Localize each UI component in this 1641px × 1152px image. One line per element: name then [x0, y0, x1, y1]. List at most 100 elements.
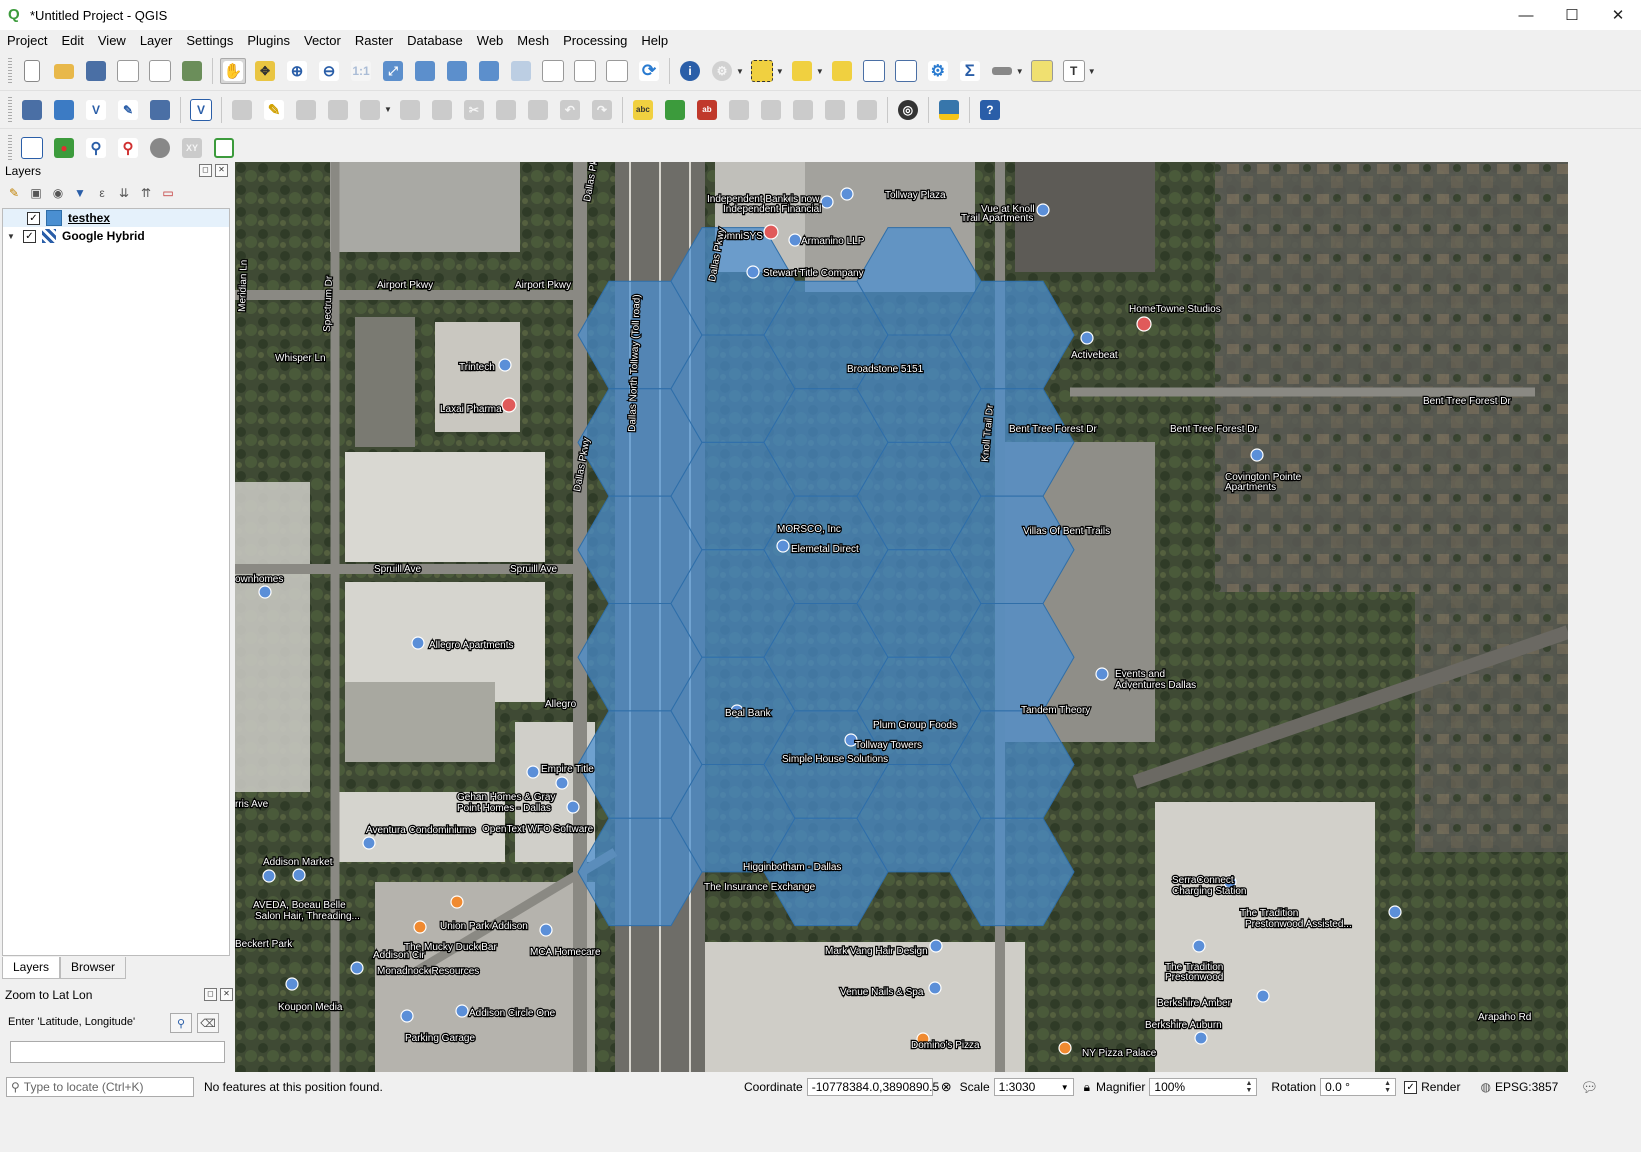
layer-row-testhex[interactable]: ✓ testhex: [3, 209, 229, 227]
layer-row-google-hybrid[interactable]: ▼ ✓ Google Hybrid: [3, 227, 229, 245]
menu-vector[interactable]: Vector: [297, 30, 348, 52]
vertex-tool-button[interactable]: [357, 97, 383, 123]
menu-web[interactable]: Web: [470, 30, 511, 52]
open-vector-button[interactable]: V: [188, 97, 214, 123]
plugin-4-button[interactable]: ⚲: [115, 135, 141, 161]
identify-button[interactable]: i: [677, 58, 703, 84]
menu-mesh[interactable]: Mesh: [510, 30, 556, 52]
modify-attributes-button[interactable]: [397, 97, 423, 123]
float-panel-button[interactable]: ◻: [199, 164, 212, 177]
chevron-down-icon[interactable]: ▼: [1016, 67, 1024, 76]
lock-icon[interactable]: 🔒︎: [1084, 1080, 1090, 1095]
chevron-down-icon[interactable]: ▼: [736, 67, 744, 76]
current-edits-button[interactable]: [229, 97, 255, 123]
toggle-extents-icon[interactable]: ⊗: [941, 1079, 952, 1095]
layer-diagram-button[interactable]: [662, 97, 688, 123]
zoom-in-button[interactable]: ⊕: [284, 58, 310, 84]
expand-arrow-icon[interactable]: ▼: [7, 232, 17, 241]
zoom-native-button[interactable]: 1:1: [348, 58, 374, 84]
scale-field[interactable]: 1:3030 ▼: [993, 1078, 1074, 1096]
pin-labels-button[interactable]: ab: [694, 97, 720, 123]
plugin-7-button[interactable]: [211, 135, 237, 161]
toolbar-grip[interactable]: [8, 134, 12, 161]
data-source-manager-button[interactable]: [19, 97, 45, 123]
pan-map-button[interactable]: ✋: [220, 58, 246, 84]
menu-layer[interactable]: Layer: [133, 30, 180, 52]
open-project-button[interactable]: [51, 58, 77, 84]
close-panel-button[interactable]: ✕: [220, 988, 233, 1001]
clear-coords-button[interactable]: ⌫: [197, 1013, 219, 1033]
zoom-next-button[interactable]: [508, 58, 534, 84]
magnifier-field[interactable]: 100% ▲ ▼: [1149, 1078, 1258, 1096]
cut-features-button[interactable]: ✂: [461, 97, 487, 123]
coordinate-field[interactable]: -10778384.0,3890890.5: [806, 1078, 939, 1096]
zoom-to-coords-button[interactable]: ⚲: [170, 1013, 192, 1033]
text-annotation-button[interactable]: T: [1061, 58, 1087, 84]
chevron-down-icon[interactable]: ▼: [1088, 67, 1096, 76]
new-bookmark-button[interactable]: [572, 58, 598, 84]
rotate-label-button[interactable]: [822, 97, 848, 123]
new-project-button[interactable]: [19, 58, 45, 84]
layer-visibility-checkbox[interactable]: ✓: [23, 229, 36, 243]
show-bookmarks-button[interactable]: [604, 58, 630, 84]
plugin-2-button[interactable]: ●: [51, 135, 77, 161]
statistics-button[interactable]: [893, 58, 919, 84]
chevron-down-icon[interactable]: ▼: [384, 105, 392, 114]
add-group-icon[interactable]: ▣: [28, 185, 44, 201]
rotation-field[interactable]: 0.0 ° ▲ ▼: [1320, 1078, 1397, 1096]
map-canvas[interactable]: Independent Bank is now Independent Finan…: [235, 162, 1568, 1072]
select-features-button[interactable]: [749, 58, 775, 84]
maximize-button[interactable]: ☐: [1549, 0, 1595, 30]
toolbar-grip[interactable]: [8, 58, 12, 84]
remove-layer-icon[interactable]: ▭: [160, 185, 176, 201]
plugin-1-button[interactable]: [19, 135, 45, 161]
change-label-button[interactable]: [854, 97, 880, 123]
collapse-all-icon[interactable]: ⇈: [138, 185, 154, 201]
attribute-table-button[interactable]: [861, 58, 887, 84]
map-tips-button[interactable]: [1029, 58, 1055, 84]
layout-manager-button[interactable]: [147, 58, 173, 84]
python-console-button[interactable]: [936, 97, 962, 123]
menu-settings[interactable]: Settings: [179, 30, 240, 52]
move-label-button[interactable]: [790, 97, 816, 123]
zoom-last-button[interactable]: [476, 58, 502, 84]
select-by-value-button[interactable]: [789, 58, 815, 84]
menu-help[interactable]: Help: [634, 30, 675, 52]
copy-features-button[interactable]: [493, 97, 519, 123]
new-shapefile-button[interactable]: V: [83, 97, 109, 123]
highlight-labels-button[interactable]: [726, 97, 752, 123]
zoom-out-button[interactable]: ⊖: [316, 58, 342, 84]
filter-legend-icon[interactable]: ▼: [72, 185, 88, 201]
new-temp-layer-button[interactable]: ✎: [115, 97, 141, 123]
float-panel-button[interactable]: ◻: [204, 988, 217, 1001]
toolbar-grip[interactable]: [8, 96, 12, 123]
locator-search[interactable]: ⚲ Type to locate (Ctrl+K): [6, 1077, 194, 1097]
layer-labeling-button[interactable]: abc: [630, 97, 656, 123]
tab-layers[interactable]: Layers: [2, 957, 61, 979]
messages-icon[interactable]: 💬︎: [1580, 1079, 1598, 1096]
chevron-down-icon[interactable]: ▼: [816, 67, 824, 76]
menu-edit[interactable]: Edit: [54, 30, 90, 52]
deselect-all-button[interactable]: [829, 58, 855, 84]
menu-database[interactable]: Database: [400, 30, 470, 52]
save-edits-button[interactable]: [293, 97, 319, 123]
lat-lon-input[interactable]: [10, 1041, 225, 1063]
style-panel-icon[interactable]: ✎: [6, 185, 22, 201]
save-project-button[interactable]: [83, 58, 109, 84]
new-virtual-layer-button[interactable]: [147, 97, 173, 123]
zoom-to-layer-button[interactable]: [444, 58, 470, 84]
menu-raster[interactable]: Raster: [348, 30, 400, 52]
add-feature-button[interactable]: [325, 97, 351, 123]
undo-button[interactable]: ↶: [557, 97, 583, 123]
new-print-layout-button[interactable]: [115, 58, 141, 84]
pan-to-selection-button[interactable]: ✥: [252, 58, 278, 84]
style-manager-button[interactable]: [179, 58, 205, 84]
expand-all-icon[interactable]: ⇊: [116, 185, 132, 201]
plugin-3-button[interactable]: ⚲: [83, 135, 109, 161]
new-geopackage-button[interactable]: [51, 97, 77, 123]
help-contents-button[interactable]: ?: [977, 97, 1003, 123]
redo-button[interactable]: ↷: [589, 97, 615, 123]
new-map-view-button[interactable]: [540, 58, 566, 84]
toggle-editing-button[interactable]: ✎: [261, 97, 287, 123]
manage-themes-icon[interactable]: ◉: [50, 185, 66, 201]
